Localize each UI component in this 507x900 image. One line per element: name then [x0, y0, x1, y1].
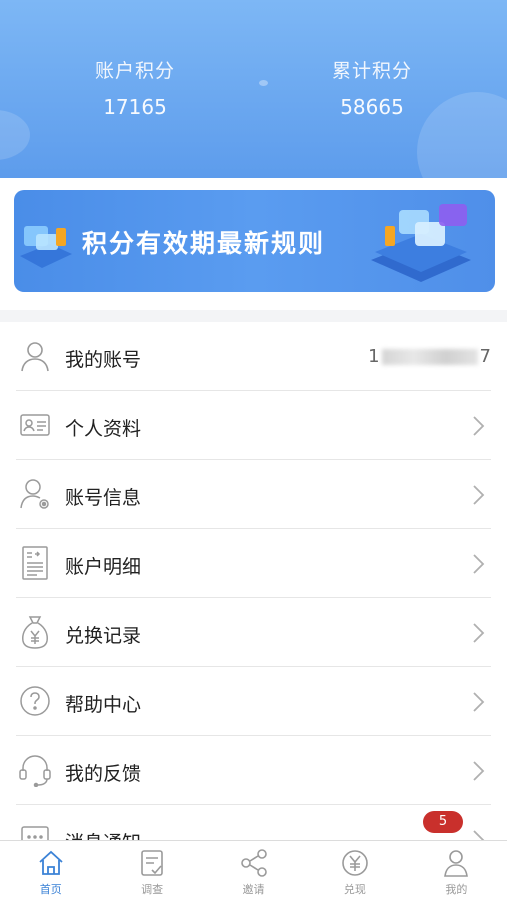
chat-bubbles-illustration — [20, 226, 72, 268]
points-rule-banner[interactable]: 积分有效期最新规则 — [14, 190, 495, 292]
profile-icon — [441, 848, 471, 878]
menu-item-account-details[interactable]: 账户明细 — [0, 529, 507, 598]
yuan-icon — [340, 848, 370, 878]
chat-bubbles-illustration — [371, 204, 471, 282]
chevron-right-icon — [473, 554, 485, 574]
banner-title: 积分有效期最新规则 — [82, 229, 326, 258]
menu-list: 我的账号 1 7 个人资料 账号信息 账户明细 兑换记录 帮助中心 我的反馈 5 — [0, 322, 507, 842]
user-settings-icon — [18, 476, 52, 512]
account-number-prefix: 1 — [368, 346, 380, 367]
account-points-label: 账户积分 — [94, 60, 175, 82]
chevron-right-icon — [473, 692, 485, 712]
menu-item-label: 兑换记录 — [65, 625, 142, 647]
decor-dot — [259, 80, 268, 86]
share-icon — [239, 848, 269, 878]
account-number: 1 7 — [368, 346, 491, 367]
menu-item-label: 我的账号 — [65, 349, 142, 371]
headset-icon — [18, 752, 52, 788]
chevron-right-icon — [473, 761, 485, 781]
masked-account-number — [381, 348, 478, 365]
tab-label: 邀请 — [242, 883, 265, 896]
total-points[interactable]: 累计积分 58665 — [292, 56, 452, 119]
total-points-value: 58665 — [340, 95, 404, 119]
money-bag-icon — [18, 614, 52, 650]
decor-bubble — [0, 110, 30, 160]
tab-mine[interactable]: 我的 — [406, 841, 507, 900]
chevron-right-icon — [473, 485, 485, 505]
banner-section: 积分有效期最新规则 — [0, 178, 507, 310]
id-card-icon — [18, 407, 52, 443]
points-header: 账户积分 17165 累计积分 58665 — [0, 0, 507, 178]
menu-item-my-feedback[interactable]: 我的反馈 — [0, 736, 507, 805]
chevron-right-icon — [473, 416, 485, 436]
tab-home[interactable]: 首页 — [0, 841, 101, 900]
menu-item-exchange-records[interactable]: 兑换记录 — [0, 598, 507, 667]
document-icon — [18, 545, 52, 581]
menu-item-label: 账号信息 — [65, 487, 142, 509]
tab-label: 兑现 — [343, 883, 366, 896]
menu-item-help-center[interactable]: 帮助中心 — [0, 667, 507, 736]
account-number-suffix: 7 — [479, 346, 491, 367]
survey-icon — [137, 848, 167, 878]
menu-item-profile[interactable]: 个人资料 — [0, 391, 507, 460]
menu-item-message-notifications[interactable]: 消息通知 5 — [0, 805, 507, 842]
tab-label: 我的 — [445, 883, 468, 896]
tab-label: 调查 — [141, 883, 164, 896]
question-icon — [18, 683, 52, 719]
tab-survey[interactable]: 调查 — [101, 841, 202, 900]
total-points-label: 累计积分 — [331, 60, 412, 82]
tab-cashout[interactable]: 兑现 — [304, 841, 405, 900]
account-points-value: 17165 — [103, 95, 167, 119]
menu-item-label: 我的反馈 — [65, 763, 142, 785]
menu-item-my-account[interactable]: 我的账号 1 7 — [0, 322, 507, 391]
unread-badge: 5 — [423, 811, 463, 833]
user-icon — [18, 338, 52, 374]
tab-invite[interactable]: 邀请 — [203, 841, 304, 900]
menu-item-account-info[interactable]: 账号信息 — [0, 460, 507, 529]
tab-label: 首页 — [39, 883, 62, 896]
home-icon — [36, 848, 66, 878]
menu-item-label: 账户明细 — [65, 556, 142, 578]
menu-item-label: 个人资料 — [65, 418, 142, 440]
chevron-right-icon — [473, 623, 485, 643]
message-icon — [18, 821, 52, 842]
menu-item-label: 帮助中心 — [65, 694, 142, 716]
account-points[interactable]: 账户积分 17165 — [55, 56, 215, 119]
bottom-tab-bar: 首页 调查 邀请 兑现 我的 — [0, 840, 507, 900]
